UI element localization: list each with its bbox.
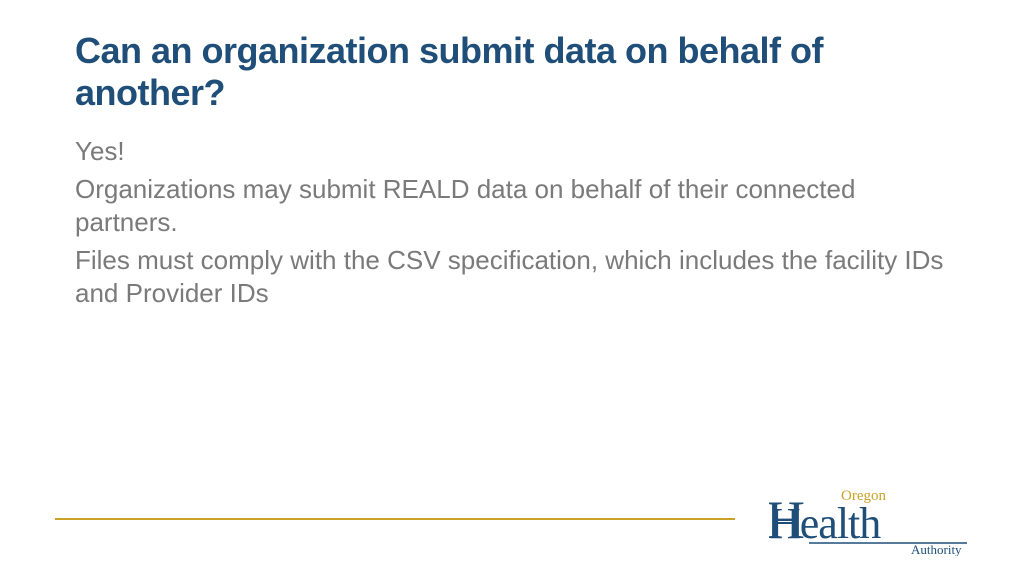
slide-container: Can an organization submit data on behal…: [0, 0, 1024, 576]
logo-big-h: H: [769, 490, 805, 550]
oregon-health-authority-logo: Oregon Health H Authority: [769, 486, 969, 556]
slide-body: Yes! Organizations may submit REALD data…: [75, 135, 949, 310]
body-paragraph-3: Files must comply with the CSV specifica…: [75, 244, 949, 309]
body-paragraph-2: Organizations may submit REALD data on b…: [75, 173, 949, 238]
footer-divider: [55, 518, 735, 520]
slide-title: Can an organization submit data on behal…: [75, 30, 949, 115]
body-paragraph-1: Yes!: [75, 135, 949, 168]
logo-sub-text: Authority: [911, 542, 962, 556]
